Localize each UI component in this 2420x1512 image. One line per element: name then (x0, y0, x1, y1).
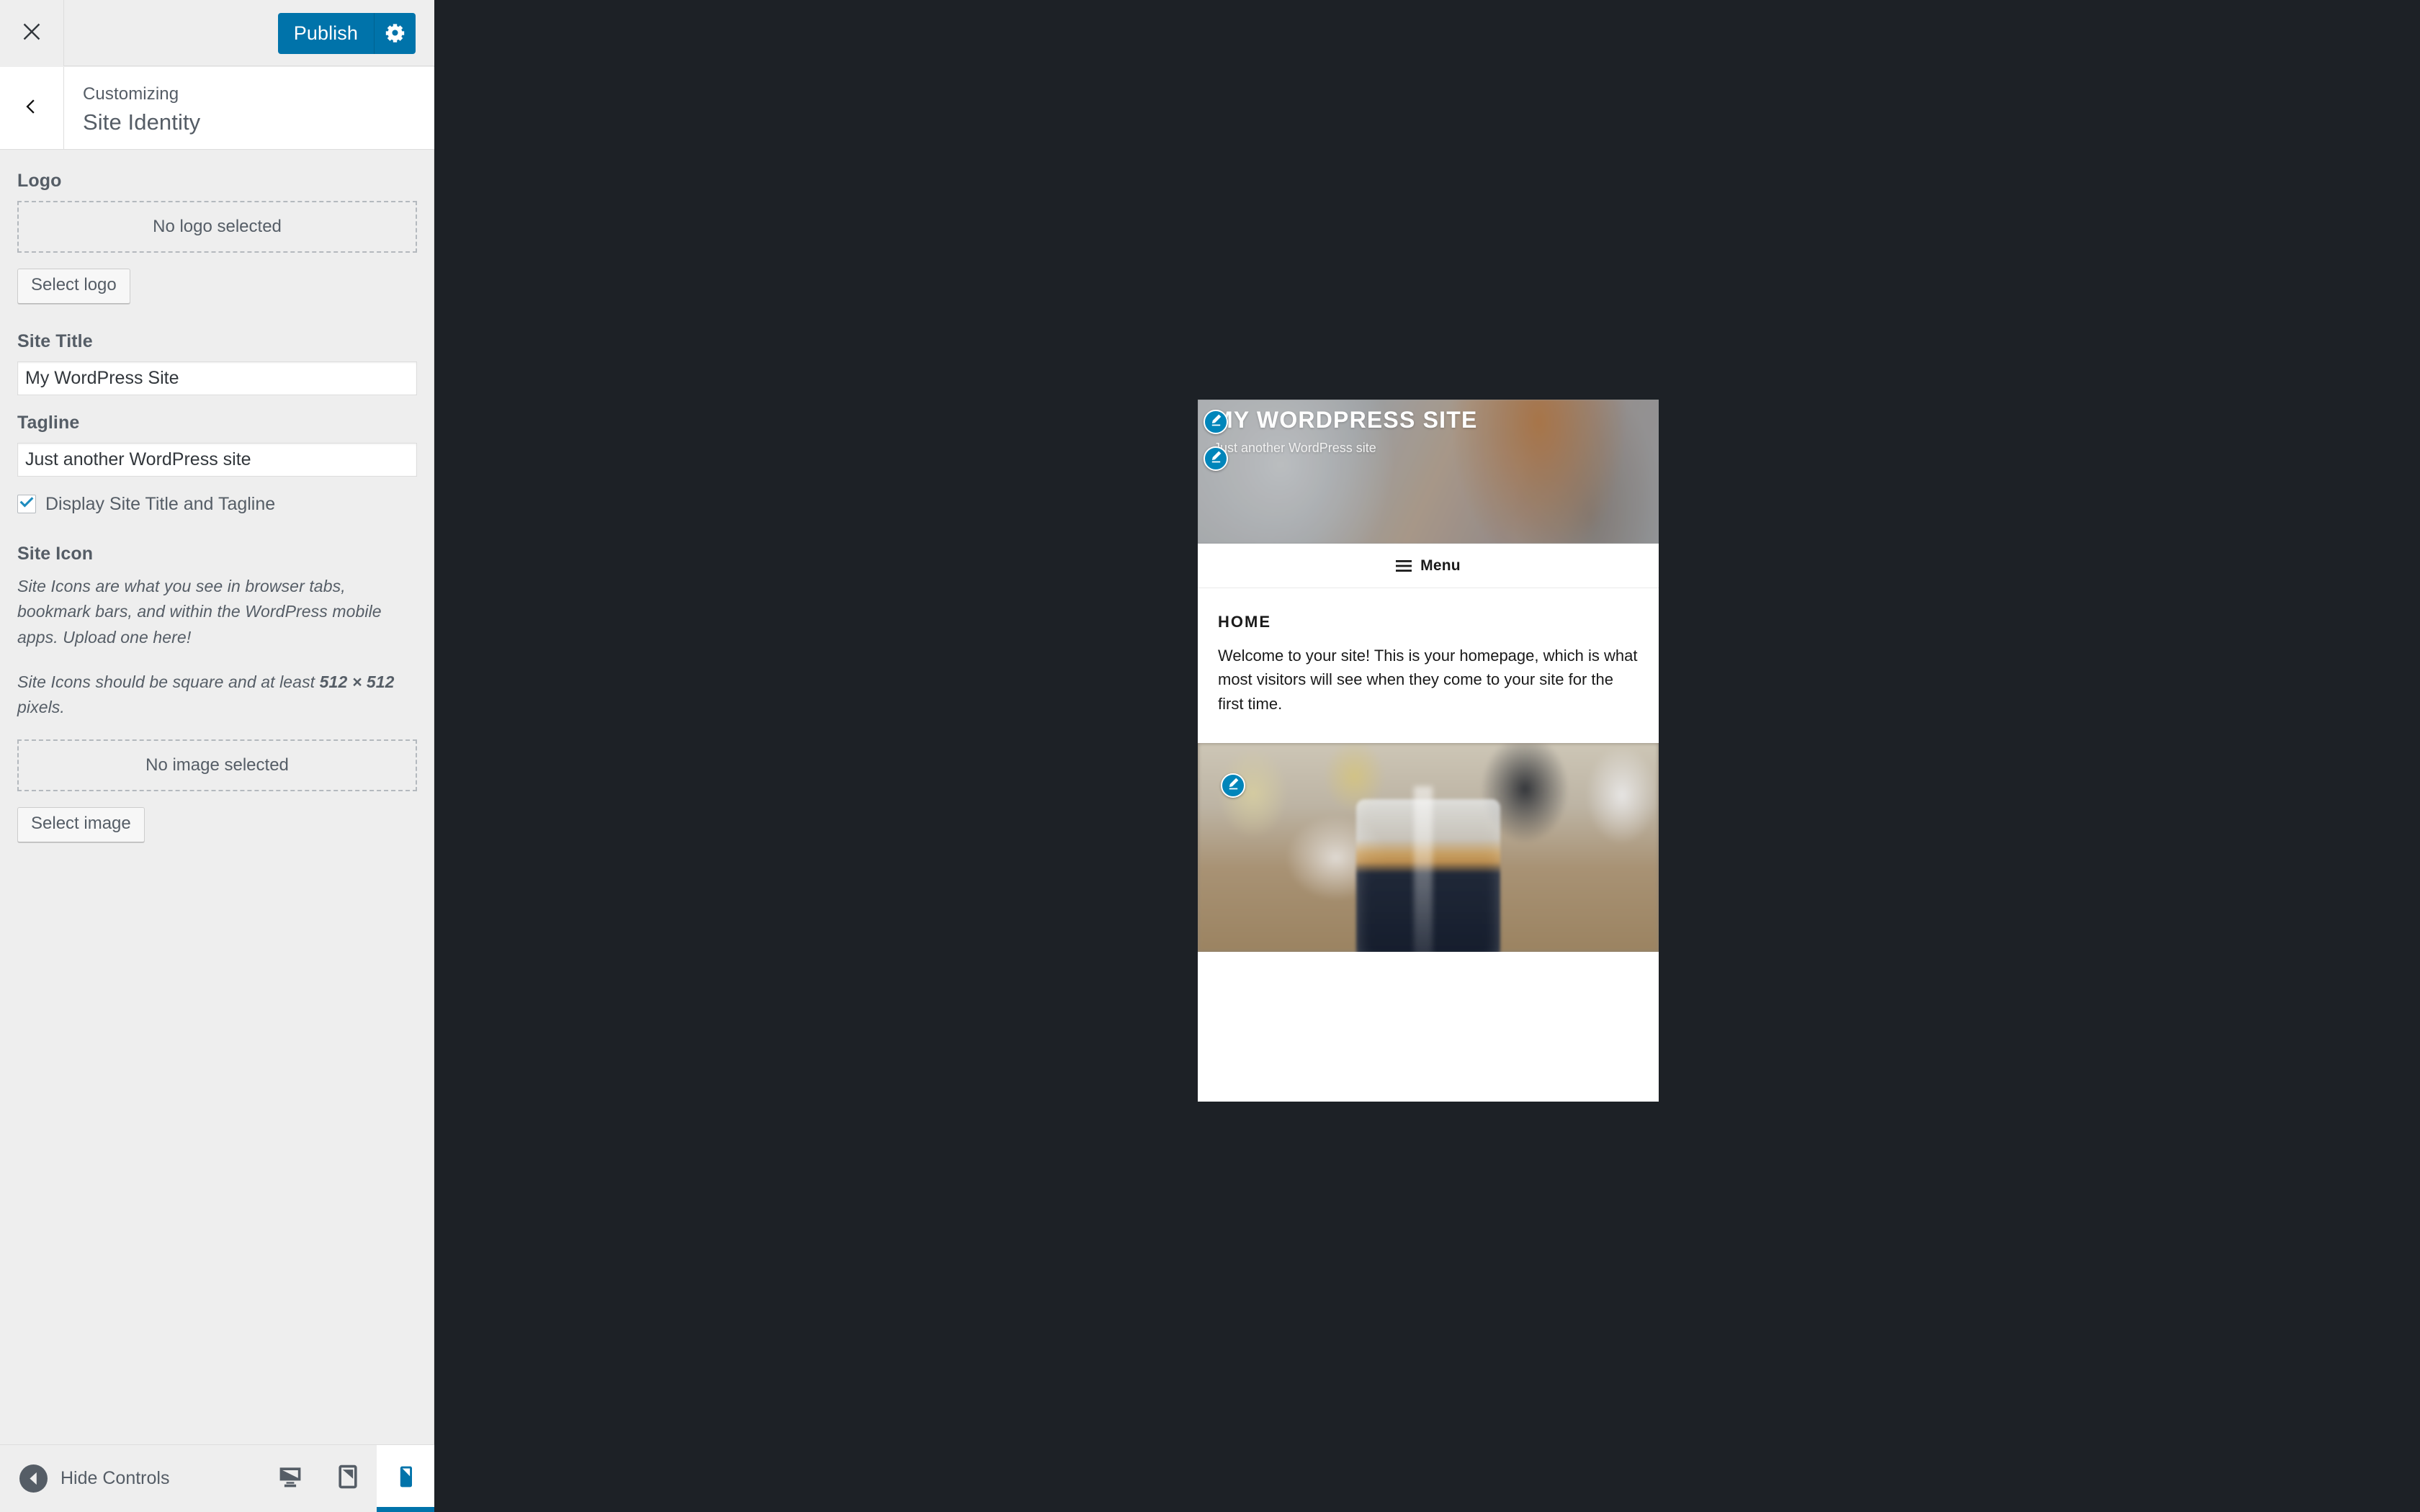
panel-title-bar: Customizing Site Identity (0, 67, 434, 150)
publish-button-group: Publish (277, 13, 416, 54)
device-preview-switcher (261, 1445, 434, 1512)
control-tagline: Tagline (17, 413, 417, 477)
hide-controls-button[interactable]: Hide Controls (0, 1445, 261, 1512)
preview-site-title: MY WORDPRESS SITE (1214, 407, 1478, 433)
customizer-sidebar: Publish Customizing Site Identity Logo N… (0, 0, 434, 1512)
customizing-eyebrow: Customizing (83, 84, 179, 104)
customizer-header-bar: Publish (0, 0, 434, 66)
site-content: HOME Welcome to your site! This is your … (1198, 588, 1659, 744)
tagline-label: Tagline (17, 412, 80, 433)
publish-settings-button[interactable] (374, 13, 416, 54)
page-title: Site Identity (83, 109, 201, 135)
featured-photo (1198, 743, 1659, 953)
display-title-tagline-checkbox[interactable] (17, 495, 36, 514)
display-title-tagline-checkbox-row[interactable]: Display Site Title and Tagline (17, 494, 417, 515)
logo-label: Logo (17, 171, 62, 191)
logo-placeholder[interactable]: No logo selected (17, 201, 417, 253)
back-button[interactable] (0, 67, 64, 149)
site-icon-help-2-after: pixels. (17, 698, 65, 717)
site-icon-help-2: Site Icons should be square and at least… (17, 670, 417, 721)
preview-area: MY WORDPRESS SITE Just another WordPress… (435, 0, 2420, 1512)
edit-site-title-shortcut[interactable] (1204, 410, 1228, 434)
entry-body: Welcome to your site! This is your homep… (1218, 647, 1638, 713)
site-menu-toggle[interactable]: Menu (1198, 544, 1659, 588)
hide-controls-label: Hide Controls (60, 1468, 170, 1488)
control-logo: Logo No logo selected Select logo (17, 171, 417, 304)
edit-tagline-shortcut[interactable] (1204, 446, 1228, 471)
site-title-input[interactable] (17, 361, 417, 395)
preview-site-tagline: Just another WordPress site (1214, 441, 1376, 456)
pencil-icon (1209, 450, 1223, 467)
desktop-icon (277, 1464, 303, 1493)
mobile-icon (393, 1464, 418, 1493)
site-header: MY WORDPRESS SITE Just another WordPress… (1198, 400, 1659, 544)
glass-highlight (1414, 786, 1433, 953)
site-branding: MY WORDPRESS SITE Just another WordPress… (1214, 407, 1644, 457)
site-icon-help-1: Site Icons are what you see in browser t… (17, 576, 382, 647)
publish-button[interactable]: Publish (277, 13, 374, 54)
device-button-mobile[interactable] (377, 1445, 434, 1512)
collapse-arrow-icon (19, 1464, 48, 1493)
tagline-input[interactable] (17, 442, 417, 477)
pencil-icon (1227, 777, 1240, 794)
site-title-label: Site Title (17, 330, 93, 351)
site-icon-placeholder[interactable]: No image selected (17, 739, 417, 791)
controls-list: Logo No logo selected Select logo Site T… (0, 150, 434, 1444)
site-icon-min-size: 512 × 512 (319, 672, 395, 691)
device-button-desktop[interactable] (261, 1445, 319, 1512)
gear-icon (385, 23, 405, 45)
control-site-title: Site Title (17, 331, 417, 395)
close-customizer-button[interactable] (0, 0, 64, 66)
select-image-button[interactable]: Select image (17, 807, 145, 842)
check-icon (19, 495, 35, 514)
entry-title: HOME (1218, 613, 1271, 631)
device-button-tablet[interactable] (319, 1445, 377, 1512)
pencil-icon (1209, 413, 1223, 431)
hamburger-icon (1396, 559, 1412, 572)
select-logo-button[interactable]: Select logo (17, 269, 130, 304)
site-icon-help-2-before: Site Icons should be square and at least (17, 672, 320, 691)
display-title-tagline-label: Display Site Title and Tagline (45, 493, 276, 514)
tablet-icon (335, 1464, 361, 1493)
mobile-preview-frame: MY WORDPRESS SITE Just another WordPress… (1198, 400, 1659, 1102)
close-icon (19, 19, 44, 48)
control-site-icon: Site Icon Site Icons are what you see in… (17, 544, 417, 842)
customizer-footer-bar: Hide Controls (0, 1444, 434, 1512)
site-icon-label: Site Icon (17, 543, 94, 564)
chevron-left-icon (22, 97, 41, 120)
panel-title-text: Customizing Site Identity (83, 83, 200, 138)
menu-label: Menu (1420, 557, 1461, 574)
